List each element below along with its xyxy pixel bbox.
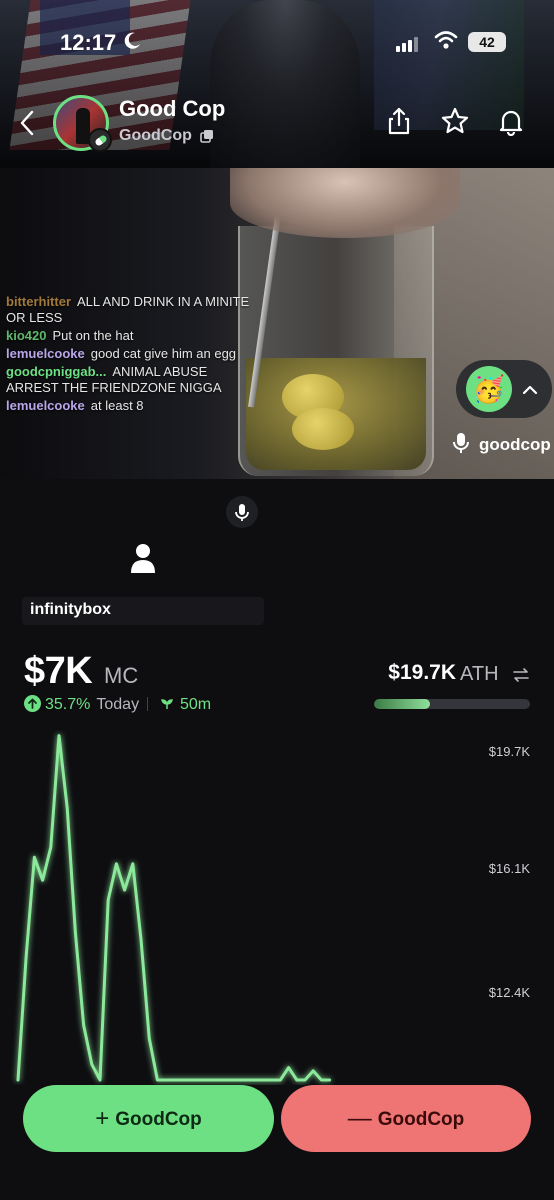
microphone-button[interactable] xyxy=(226,496,258,528)
chat-text: at least 8 xyxy=(90,398,144,413)
sprout-icon xyxy=(156,696,177,713)
hand xyxy=(230,168,460,238)
chat-username[interactable]: lemuelcooke xyxy=(6,346,85,361)
status-time: 12:17 xyxy=(60,30,117,55)
sell-button[interactable]: — GoodCop xyxy=(281,1085,531,1152)
host-name[interactable]: goodcop xyxy=(479,435,551,455)
price-line xyxy=(16,734,332,1082)
participant-label: infinitybox xyxy=(22,597,264,625)
star-icon[interactable] xyxy=(440,106,470,136)
market-cap-label: MC xyxy=(104,663,139,688)
arrow-up-icon xyxy=(24,695,41,712)
chat-text: Put on the hat xyxy=(52,328,134,343)
ath-progress-fill xyxy=(374,699,431,709)
back-button[interactable] xyxy=(16,108,40,138)
chat-username[interactable]: lemuelcooke xyxy=(6,398,85,413)
battery-indicator: 42 xyxy=(468,32,506,52)
sell-label: GoodCop xyxy=(377,1109,465,1130)
bell-icon[interactable] xyxy=(496,106,526,137)
buy-button[interactable]: + GoodCop xyxy=(23,1085,274,1152)
buy-label: GoodCop xyxy=(115,1109,202,1130)
change-period: Today xyxy=(96,696,140,713)
moon-icon xyxy=(122,31,142,57)
chat-username[interactable]: bitterhitter xyxy=(6,294,71,309)
cellular-signal-icon xyxy=(396,34,420,52)
token-name: Good Cop xyxy=(119,96,226,121)
token-ticker: GoodCop xyxy=(119,127,192,144)
live-chat: bitterhitter ALL AND DRINK IN A MINITE OR… xyxy=(6,294,256,416)
chat-text: good cat give him an egg xyxy=(90,346,237,361)
price-change: 35.7% Today 50m xyxy=(24,695,211,715)
share-icon[interactable] xyxy=(384,106,414,136)
market-cap-value: $7K xyxy=(24,650,93,692)
change-percent: 35.7% xyxy=(45,696,91,713)
chat-message: goodcpniggab... ANIMAL ABUSE ARREST THE F… xyxy=(6,364,256,396)
pill-badge-icon xyxy=(88,128,112,152)
chat-message: lemuelcooke at least 8 xyxy=(6,398,256,414)
chat-username[interactable]: kio420 xyxy=(6,328,46,343)
price-chart[interactable] xyxy=(0,730,554,1085)
chat-message: kio420 Put on the hat xyxy=(6,328,256,344)
chat-message: bitterhitter ALL AND DRINK IN A MINITE OR… xyxy=(6,294,256,326)
chat-message: lemuelcooke good cat give him an egg xyxy=(6,346,256,362)
divider xyxy=(147,697,149,711)
ath-label: ATH xyxy=(460,663,499,685)
stream-header: 12:17 42 Good Cop GoodCop xyxy=(0,0,554,168)
chat-username[interactable]: goodcpniggab... xyxy=(6,364,106,379)
status-bar: 12:17 42 xyxy=(0,22,554,62)
egg-yolk xyxy=(292,408,354,450)
plus-icon: + xyxy=(95,1105,110,1132)
ath-progress-bar xyxy=(374,699,530,709)
ath-value: $19.7K xyxy=(388,661,456,684)
minus-icon: — xyxy=(347,1105,372,1132)
age-label: 50m xyxy=(179,696,212,713)
party-face-icon[interactable]: 🥳 xyxy=(466,366,512,412)
microphone-icon xyxy=(452,432,470,454)
wifi-icon xyxy=(434,30,458,55)
copy-icon[interactable] xyxy=(200,129,214,143)
person-icon[interactable] xyxy=(130,542,156,574)
swap-icon[interactable] xyxy=(512,666,530,684)
chevron-up-icon[interactable] xyxy=(520,380,540,400)
